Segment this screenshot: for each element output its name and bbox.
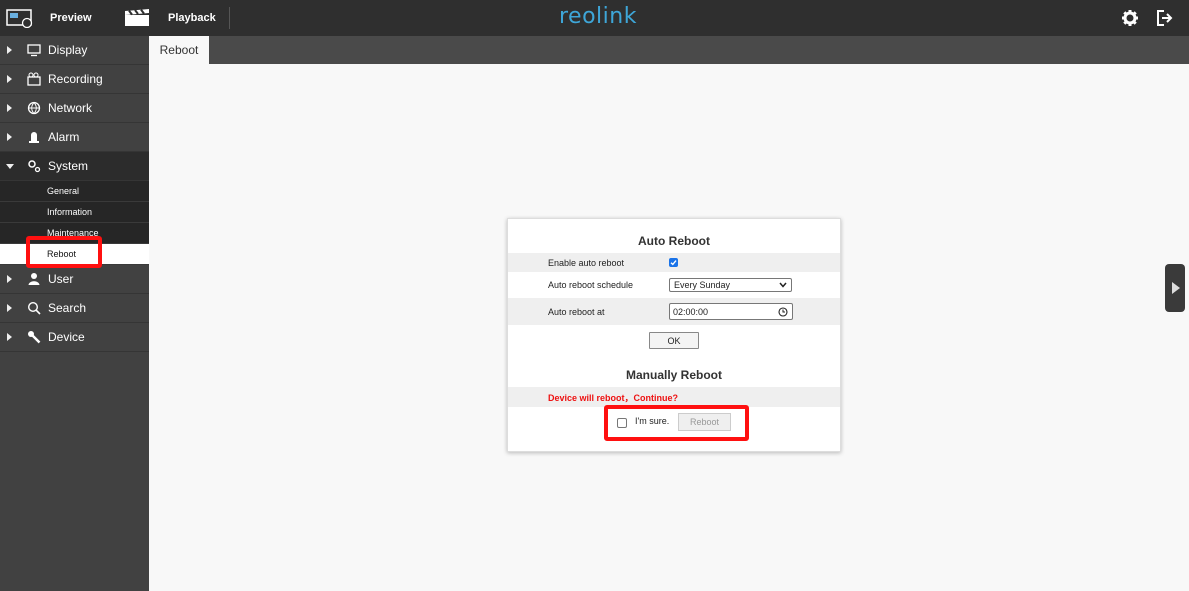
ok-button[interactable]: OK xyxy=(649,332,699,349)
network-icon xyxy=(27,101,41,115)
select-value: Every Sunday xyxy=(674,280,731,290)
alarm-icon xyxy=(29,132,39,143)
sidebar-item-label: Display xyxy=(48,43,88,57)
enable-auto-reboot-label: Enable auto reboot xyxy=(548,257,625,268)
user-icon xyxy=(28,273,40,285)
sidebar-item-alarm[interactable]: Alarm xyxy=(0,123,149,152)
expand-arrow-icon xyxy=(7,133,12,141)
expand-arrow-icon xyxy=(7,304,12,312)
wrench-icon xyxy=(28,331,41,344)
sidebar-item-search[interactable]: Search xyxy=(0,294,149,323)
playback-icon xyxy=(125,9,149,26)
playback-label: Playback xyxy=(168,12,216,24)
top-divider xyxy=(229,7,230,29)
enable-auto-reboot-row: Enable auto reboot xyxy=(508,253,840,272)
sidebar-item-user[interactable]: User xyxy=(0,265,149,294)
expand-arrow-icon xyxy=(7,104,12,112)
checkmark-icon xyxy=(670,260,677,266)
collapse-arrow-icon xyxy=(6,163,14,169)
play-arrow-icon xyxy=(1172,282,1180,294)
playback-button[interactable]: Playback xyxy=(124,0,216,36)
gear-icon[interactable] xyxy=(1121,9,1139,27)
sidebar-item-label: Search xyxy=(48,301,87,315)
sidebar-item-recording[interactable]: Recording xyxy=(0,65,149,94)
recording-icon xyxy=(27,72,41,86)
sidebar-subitem-information[interactable]: Information xyxy=(0,202,149,223)
auto-reboot-title: Auto Reboot xyxy=(638,234,710,248)
search-icon xyxy=(27,301,41,315)
preview-label: Preview xyxy=(50,12,92,24)
auto-reboot-time-row: Auto reboot at 02:00:00 xyxy=(508,298,840,325)
sidebar-item-label: Alarm xyxy=(48,130,80,144)
sidebar-item-network[interactable]: Network xyxy=(0,94,149,123)
highlight-box-sidebar xyxy=(26,236,102,268)
expand-arrow-icon xyxy=(7,75,12,83)
logout-icon[interactable] xyxy=(1156,9,1174,27)
sidebar-item-device[interactable]: Device xyxy=(0,323,149,352)
clock-icon[interactable] xyxy=(778,307,788,317)
sidebar: Display Recording Network Alarm System G… xyxy=(0,36,149,591)
manual-reboot-title: Manually Reboot xyxy=(625,368,722,382)
auto-reboot-time-label: Auto reboot at xyxy=(548,306,605,317)
auto-reboot-schedule-label: Auto reboot schedule xyxy=(548,280,634,290)
sidebar-item-label: Network xyxy=(48,101,93,115)
monitor-icon xyxy=(27,44,41,57)
preview-button[interactable]: Preview xyxy=(6,0,92,36)
sidebar-subitem-label: Information xyxy=(47,207,93,217)
reolink-logo: reolink xyxy=(559,4,637,29)
side-panel-toggle[interactable] xyxy=(1165,264,1185,312)
tab-strip: Reboot xyxy=(149,36,1189,64)
expand-arrow-icon xyxy=(7,275,12,283)
system-icon xyxy=(28,160,41,173)
sidebar-item-label: Device xyxy=(48,330,85,344)
chevron-down-icon xyxy=(779,282,787,288)
sidebar-item-label: System xyxy=(48,159,89,173)
auto-reboot-schedule-row: Auto reboot schedule Every Sunday xyxy=(508,275,840,295)
highlight-box-reboot-controls xyxy=(604,405,749,441)
auto-reboot-schedule-select[interactable]: Every Sunday xyxy=(669,278,792,292)
sidebar-item-display[interactable]: Display xyxy=(0,36,149,65)
sidebar-subitem-general[interactable]: General xyxy=(0,181,149,202)
expand-arrow-icon xyxy=(7,333,12,341)
auto-reboot-time-input[interactable]: 02:00:00 xyxy=(669,303,793,320)
expand-arrow-icon xyxy=(7,46,12,54)
top-bar: Preview Playback reolink xyxy=(0,0,1189,36)
sidebar-subitem-label: General xyxy=(47,186,80,196)
reboot-warning-text: Device will reboot，Continue? xyxy=(548,392,679,403)
enable-auto-reboot-checkbox[interactable] xyxy=(669,258,678,267)
sidebar-item-label: Recording xyxy=(48,72,103,86)
preview-icon xyxy=(6,9,33,28)
reboot-warning-row: Device will reboot，Continue? xyxy=(508,387,840,407)
sidebar-item-system[interactable]: System xyxy=(0,152,149,181)
tab-reboot[interactable]: Reboot xyxy=(149,36,209,64)
sidebar-item-label: User xyxy=(48,272,74,286)
time-value: 02:00:00 xyxy=(673,306,709,317)
